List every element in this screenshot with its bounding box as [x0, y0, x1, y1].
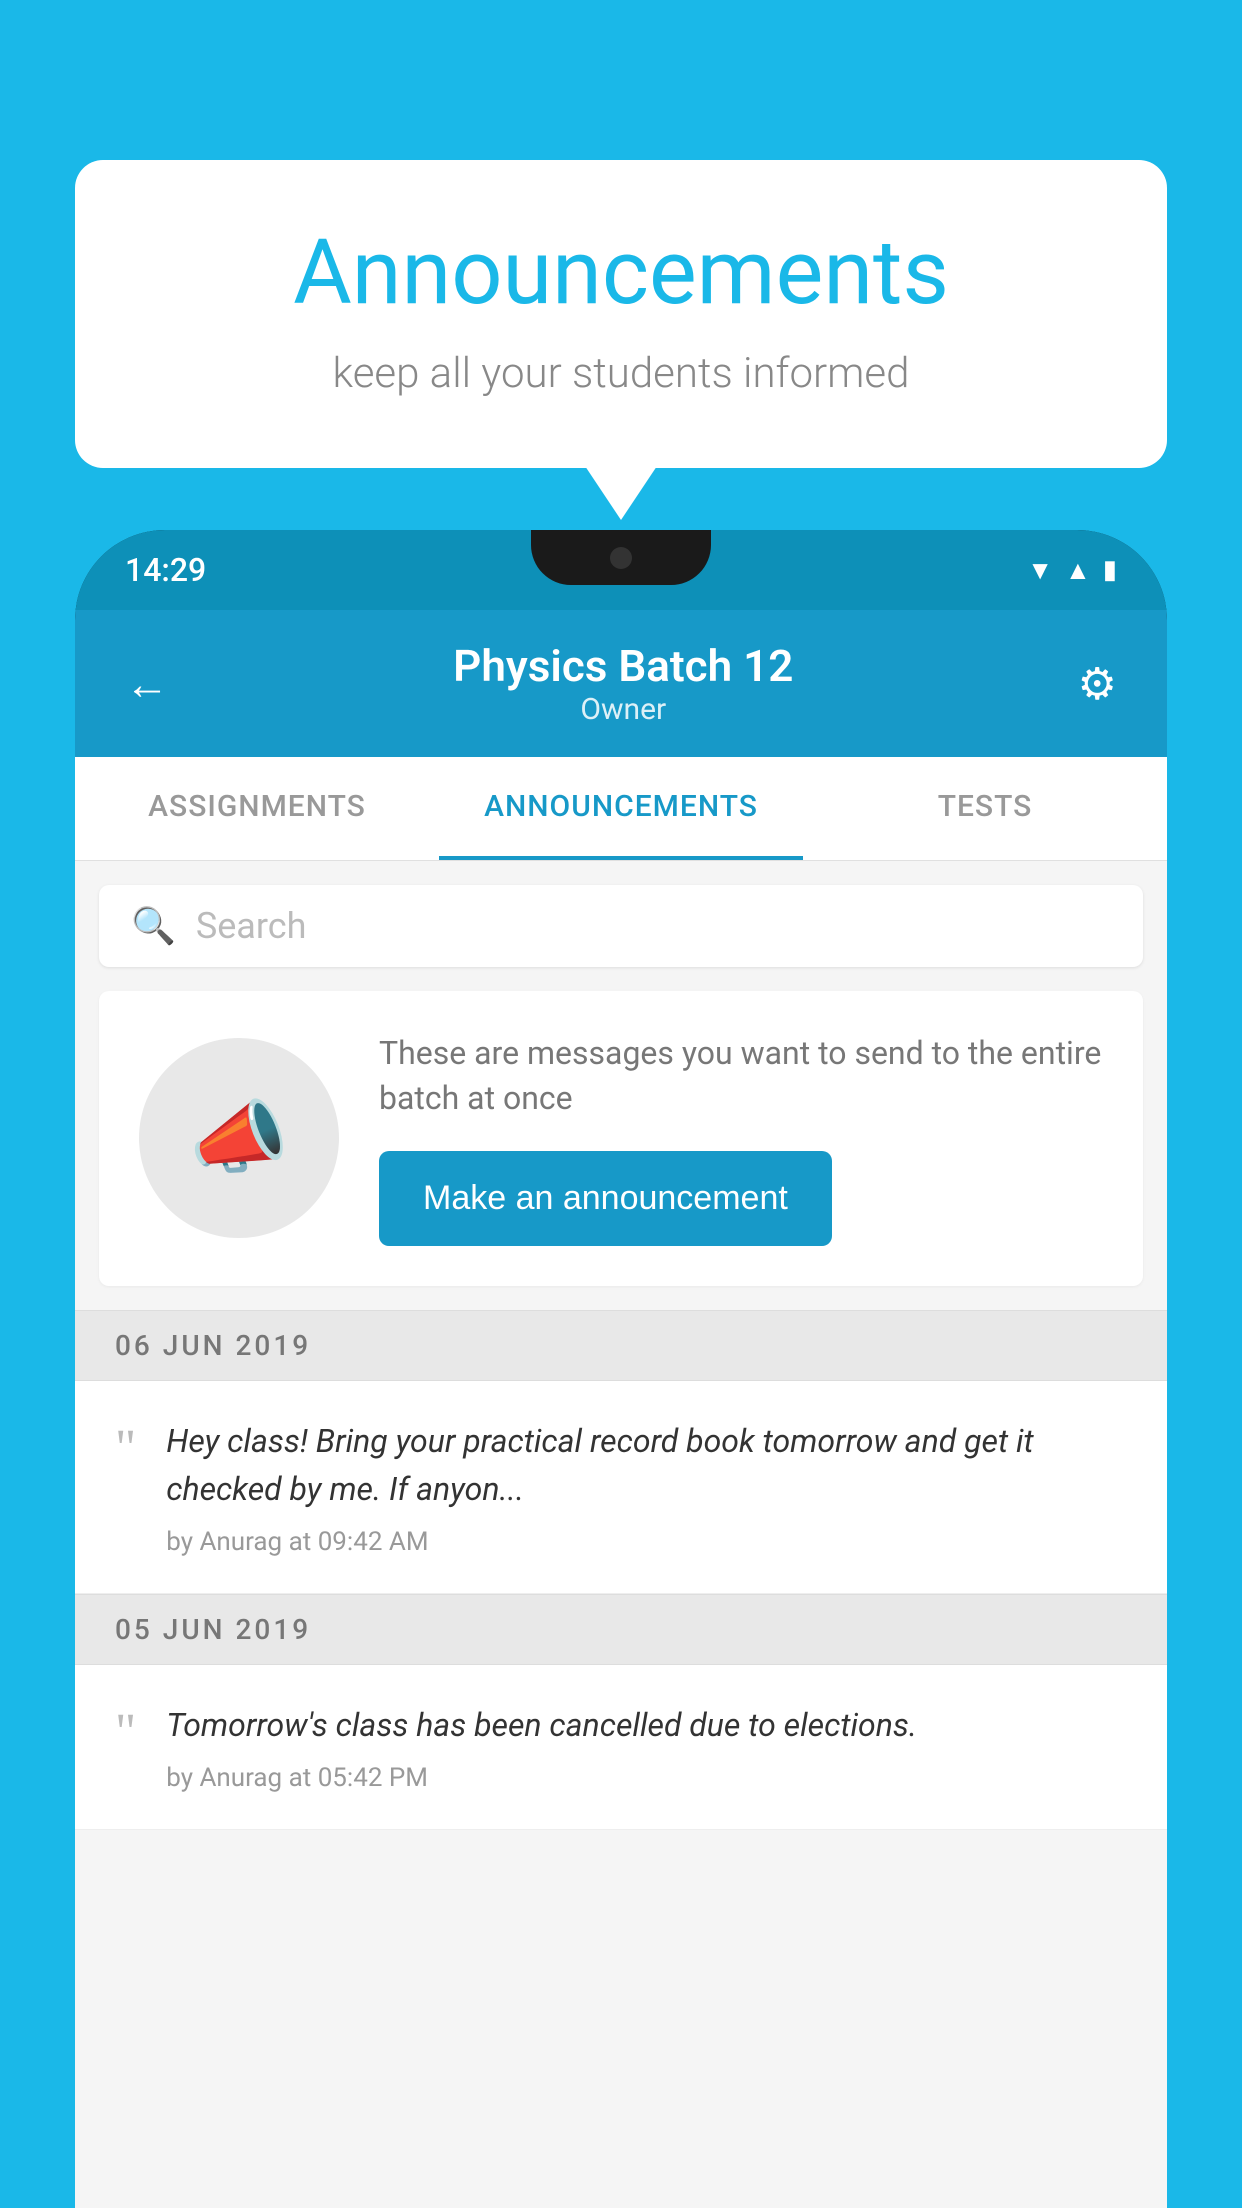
bubble-title: Announcements [155, 220, 1087, 325]
announcement-prompt: 📣 These are messages you want to send to… [99, 991, 1143, 1286]
bubble-subtitle: keep all your students informed [155, 349, 1087, 398]
megaphone-icon: 📣 [189, 1091, 289, 1185]
signal-icon: ▲ [1065, 555, 1091, 586]
app-bar-center: Physics Batch 12 Owner [453, 640, 793, 727]
announcement-text-2: Tomorrow's class has been cancelled due … [166, 1701, 1127, 1793]
date-separator-2: 05 JUN 2019 [75, 1594, 1167, 1665]
quote-icon-1: " [115, 1423, 136, 1475]
prompt-text: These are messages you want to send to t… [379, 1031, 1103, 1121]
battery-icon: ▮ [1103, 555, 1117, 585]
app-bar-title: Physics Batch 12 [453, 640, 793, 692]
speech-bubble: Announcements keep all your students inf… [75, 160, 1167, 468]
camera [610, 547, 632, 569]
content-area: 🔍 Search 📣 These are messages you want t… [75, 861, 1167, 2208]
status-time: 14:29 [125, 551, 206, 589]
search-icon: 🔍 [131, 905, 176, 947]
search-placeholder: Search [196, 905, 307, 947]
tab-announcements[interactable]: ANNOUNCEMENTS [439, 757, 803, 860]
announcement-message-2: Tomorrow's class has been cancelled due … [166, 1701, 1127, 1749]
search-bar[interactable]: 🔍 Search [99, 885, 1143, 967]
prompt-right: These are messages you want to send to t… [379, 1031, 1103, 1246]
date-separator-1: 06 JUN 2019 [75, 1310, 1167, 1381]
app-bar: ← Physics Batch 12 Owner ⚙ [75, 610, 1167, 757]
tab-tests[interactable]: TESTS [803, 757, 1167, 860]
make-announcement-button[interactable]: Make an announcement [379, 1151, 832, 1246]
back-button[interactable]: ← [125, 658, 169, 710]
megaphone-circle: 📣 [139, 1038, 339, 1238]
phone-screen: 14:29 ▼ ▲ ▮ ← Physics Batch 12 Owner ⚙ A… [75, 530, 1167, 2208]
phone-container: 14:29 ▼ ▲ ▮ ← Physics Batch 12 Owner ⚙ A… [75, 530, 1167, 2208]
tabs-bar: ASSIGNMENTS ANNOUNCEMENTS TESTS [75, 757, 1167, 861]
announcement-meta-2: by Anurag at 05:42 PM [166, 1763, 1127, 1793]
tab-assignments[interactable]: ASSIGNMENTS [75, 757, 439, 860]
status-icons: ▼ ▲ ▮ [1027, 555, 1117, 586]
settings-button[interactable]: ⚙ [1078, 658, 1117, 710]
app-bar-subtitle: Owner [453, 692, 793, 727]
quote-icon-2: " [115, 1707, 136, 1759]
wifi-icon: ▼ [1027, 555, 1053, 586]
phone-notch [531, 530, 711, 585]
status-bar: 14:29 ▼ ▲ ▮ [75, 530, 1167, 610]
announcement-meta-1: by Anurag at 09:42 AM [166, 1527, 1127, 1557]
announcement-item-2[interactable]: " Tomorrow's class has been cancelled du… [75, 1665, 1167, 1830]
announcement-text-1: Hey class! Bring your practical record b… [166, 1417, 1127, 1557]
announcement-item-1[interactable]: " Hey class! Bring your practical record… [75, 1381, 1167, 1594]
announcement-message-1: Hey class! Bring your practical record b… [166, 1417, 1127, 1513]
